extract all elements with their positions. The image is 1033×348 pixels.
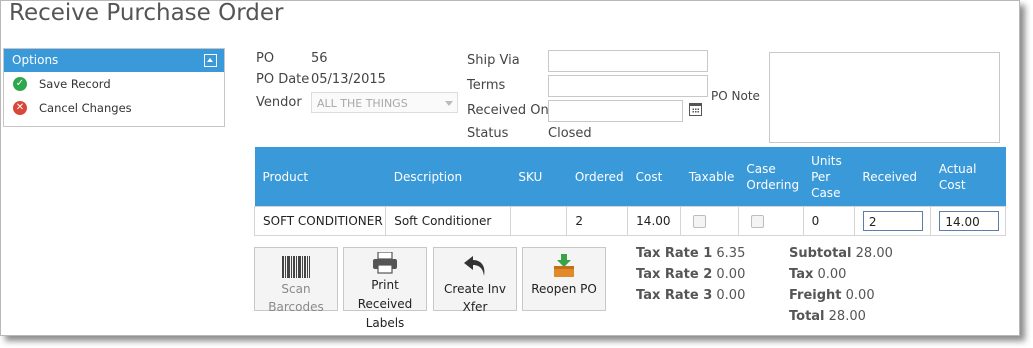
chevron-down-icon (445, 101, 453, 106)
items-table: Product Description SKU Ordered Cost Tax… (253, 147, 1006, 236)
freight: Freight 0.00 (789, 288, 875, 303)
subtotal-value: 28.00 (855, 246, 893, 261)
create-inv-xfer-button[interactable]: Create Inv Xfer (433, 247, 517, 314)
options-header-label: Options (12, 53, 59, 67)
save-record-button[interactable]: ✓ Save Record (4, 72, 224, 96)
tax-rate-1: Tax Rate 1 6.35 (636, 246, 745, 261)
cell-taxable (680, 206, 739, 236)
tax-rate-1-value: 6.35 (716, 246, 746, 261)
options-header: Options (4, 49, 224, 72)
status-value: Closed (548, 126, 592, 141)
barcode-icon (255, 248, 337, 278)
freight-value: 0.00 (845, 288, 875, 303)
col-header-received[interactable]: Received (854, 147, 931, 207)
cancel-changes-label: Cancel Changes (39, 101, 132, 115)
po-value: 56 (311, 51, 328, 66)
reopen-po-button[interactable]: Reopen PO (522, 247, 606, 311)
table-header-row: Product Description SKU Ordered Cost Tax… (254, 147, 1006, 207)
cell-description: Soft Conditioner (385, 206, 511, 236)
cell-cost: 14.00 (627, 206, 682, 236)
terms-label: Terms (467, 78, 506, 93)
terms-field[interactable] (548, 75, 708, 97)
options-panel: Options ✓ Save Record ✕ Cancel Changes (3, 48, 225, 127)
cancel-changes-button[interactable]: ✕ Cancel Changes (4, 96, 224, 120)
col-header-cost[interactable]: Cost (627, 147, 681, 207)
col-header-sku[interactable]: SKU (510, 147, 567, 207)
po-date-value: 05/13/2015 (311, 72, 386, 87)
po-note-field[interactable] (769, 52, 1000, 143)
cell-sku (509, 206, 568, 236)
col-header-case-ordering[interactable]: Case Ordering (738, 147, 804, 207)
vendor-label: Vendor (256, 95, 302, 110)
actual-cost-input[interactable]: 14.00 (939, 211, 1000, 231)
ship-via-field[interactable] (548, 50, 708, 72)
cell-received: 2 (853, 206, 932, 236)
cancel-icon: ✕ (13, 101, 27, 115)
printer-icon (344, 248, 426, 274)
check-icon: ✓ (13, 77, 27, 91)
received-input[interactable]: 2 (862, 211, 923, 231)
cell-case-ordering (737, 206, 804, 236)
po-note-label: PO Note (711, 89, 760, 103)
col-header-taxable[interactable]: Taxable (680, 147, 739, 207)
cell-product: SOFT CONDITIONER (253, 206, 387, 236)
tax-total-value: 0.00 (817, 267, 847, 282)
scan-barcodes-button[interactable]: Scan Barcodes (254, 247, 338, 314)
po-label: PO (256, 51, 275, 66)
save-record-label: Save Record (39, 77, 111, 91)
vendor-select-value: ALL THE THINGS (317, 97, 408, 110)
page-title: Receive Purchase Order (9, 0, 284, 26)
po-date-label: PO Date (256, 72, 310, 87)
tax-rate-3: Tax Rate 3 0.00 (636, 288, 745, 303)
grand-total-label: Total (789, 309, 825, 324)
status-label: Status (467, 126, 509, 141)
reopen-po-label: Reopen PO (531, 282, 597, 296)
cell-actual-cost: 14.00 (930, 206, 1006, 236)
tax-rate-2-value: 0.00 (716, 267, 746, 282)
scan-barcodes-label: Scan Barcodes (268, 282, 324, 314)
cell-units-per-case: 0 (802, 206, 855, 236)
case-ordering-checkbox[interactable] (750, 215, 764, 228)
collapse-icon[interactable] (204, 54, 217, 67)
grand-total: Total 28.00 (789, 309, 866, 324)
tax-rate-2: Tax Rate 2 0.00 (636, 267, 745, 282)
subtotal: Subtotal 28.00 (789, 246, 893, 261)
tax-rate-3-value: 0.00 (716, 288, 746, 303)
tax-rate-3-label: Tax Rate 3 (636, 288, 713, 303)
vendor-select[interactable]: ALL THE THINGS (311, 92, 458, 113)
grand-total-value: 28.00 (828, 309, 866, 324)
tax-rate-1-label: Tax Rate 1 (636, 246, 713, 261)
print-received-labels-button[interactable]: Print Received Labels (343, 247, 427, 330)
subtotal-label: Subtotal (789, 246, 852, 261)
col-header-product[interactable]: Product (254, 147, 386, 207)
col-header-description[interactable]: Description (385, 147, 511, 207)
received-on-field[interactable] (548, 100, 683, 122)
calendar-icon[interactable] (689, 103, 702, 116)
undo-arrow-icon (434, 248, 516, 278)
freight-label: Freight (789, 288, 842, 303)
received-on-label: Received On (467, 103, 549, 118)
table-row: SOFT CONDITIONER Soft Conditioner 2 14.0… (253, 206, 1006, 236)
col-header-actual-cost[interactable]: Actual Cost (930, 147, 1006, 207)
col-header-units-per-case[interactable]: Units Per Case (803, 147, 855, 207)
taxable-checkbox[interactable] (693, 215, 707, 228)
tax-rate-2-label: Tax Rate 2 (636, 267, 713, 282)
print-received-labels-label: Print Received Labels (357, 278, 413, 330)
cell-ordered: 2 (566, 206, 629, 236)
create-inv-xfer-label: Create Inv Xfer (444, 282, 506, 314)
ship-via-label: Ship Via (467, 53, 520, 68)
tax-total: Tax 0.00 (789, 267, 846, 282)
tax-total-label: Tax (789, 267, 814, 282)
reopen-box-icon (523, 248, 605, 278)
col-header-ordered[interactable]: Ordered (566, 147, 628, 207)
